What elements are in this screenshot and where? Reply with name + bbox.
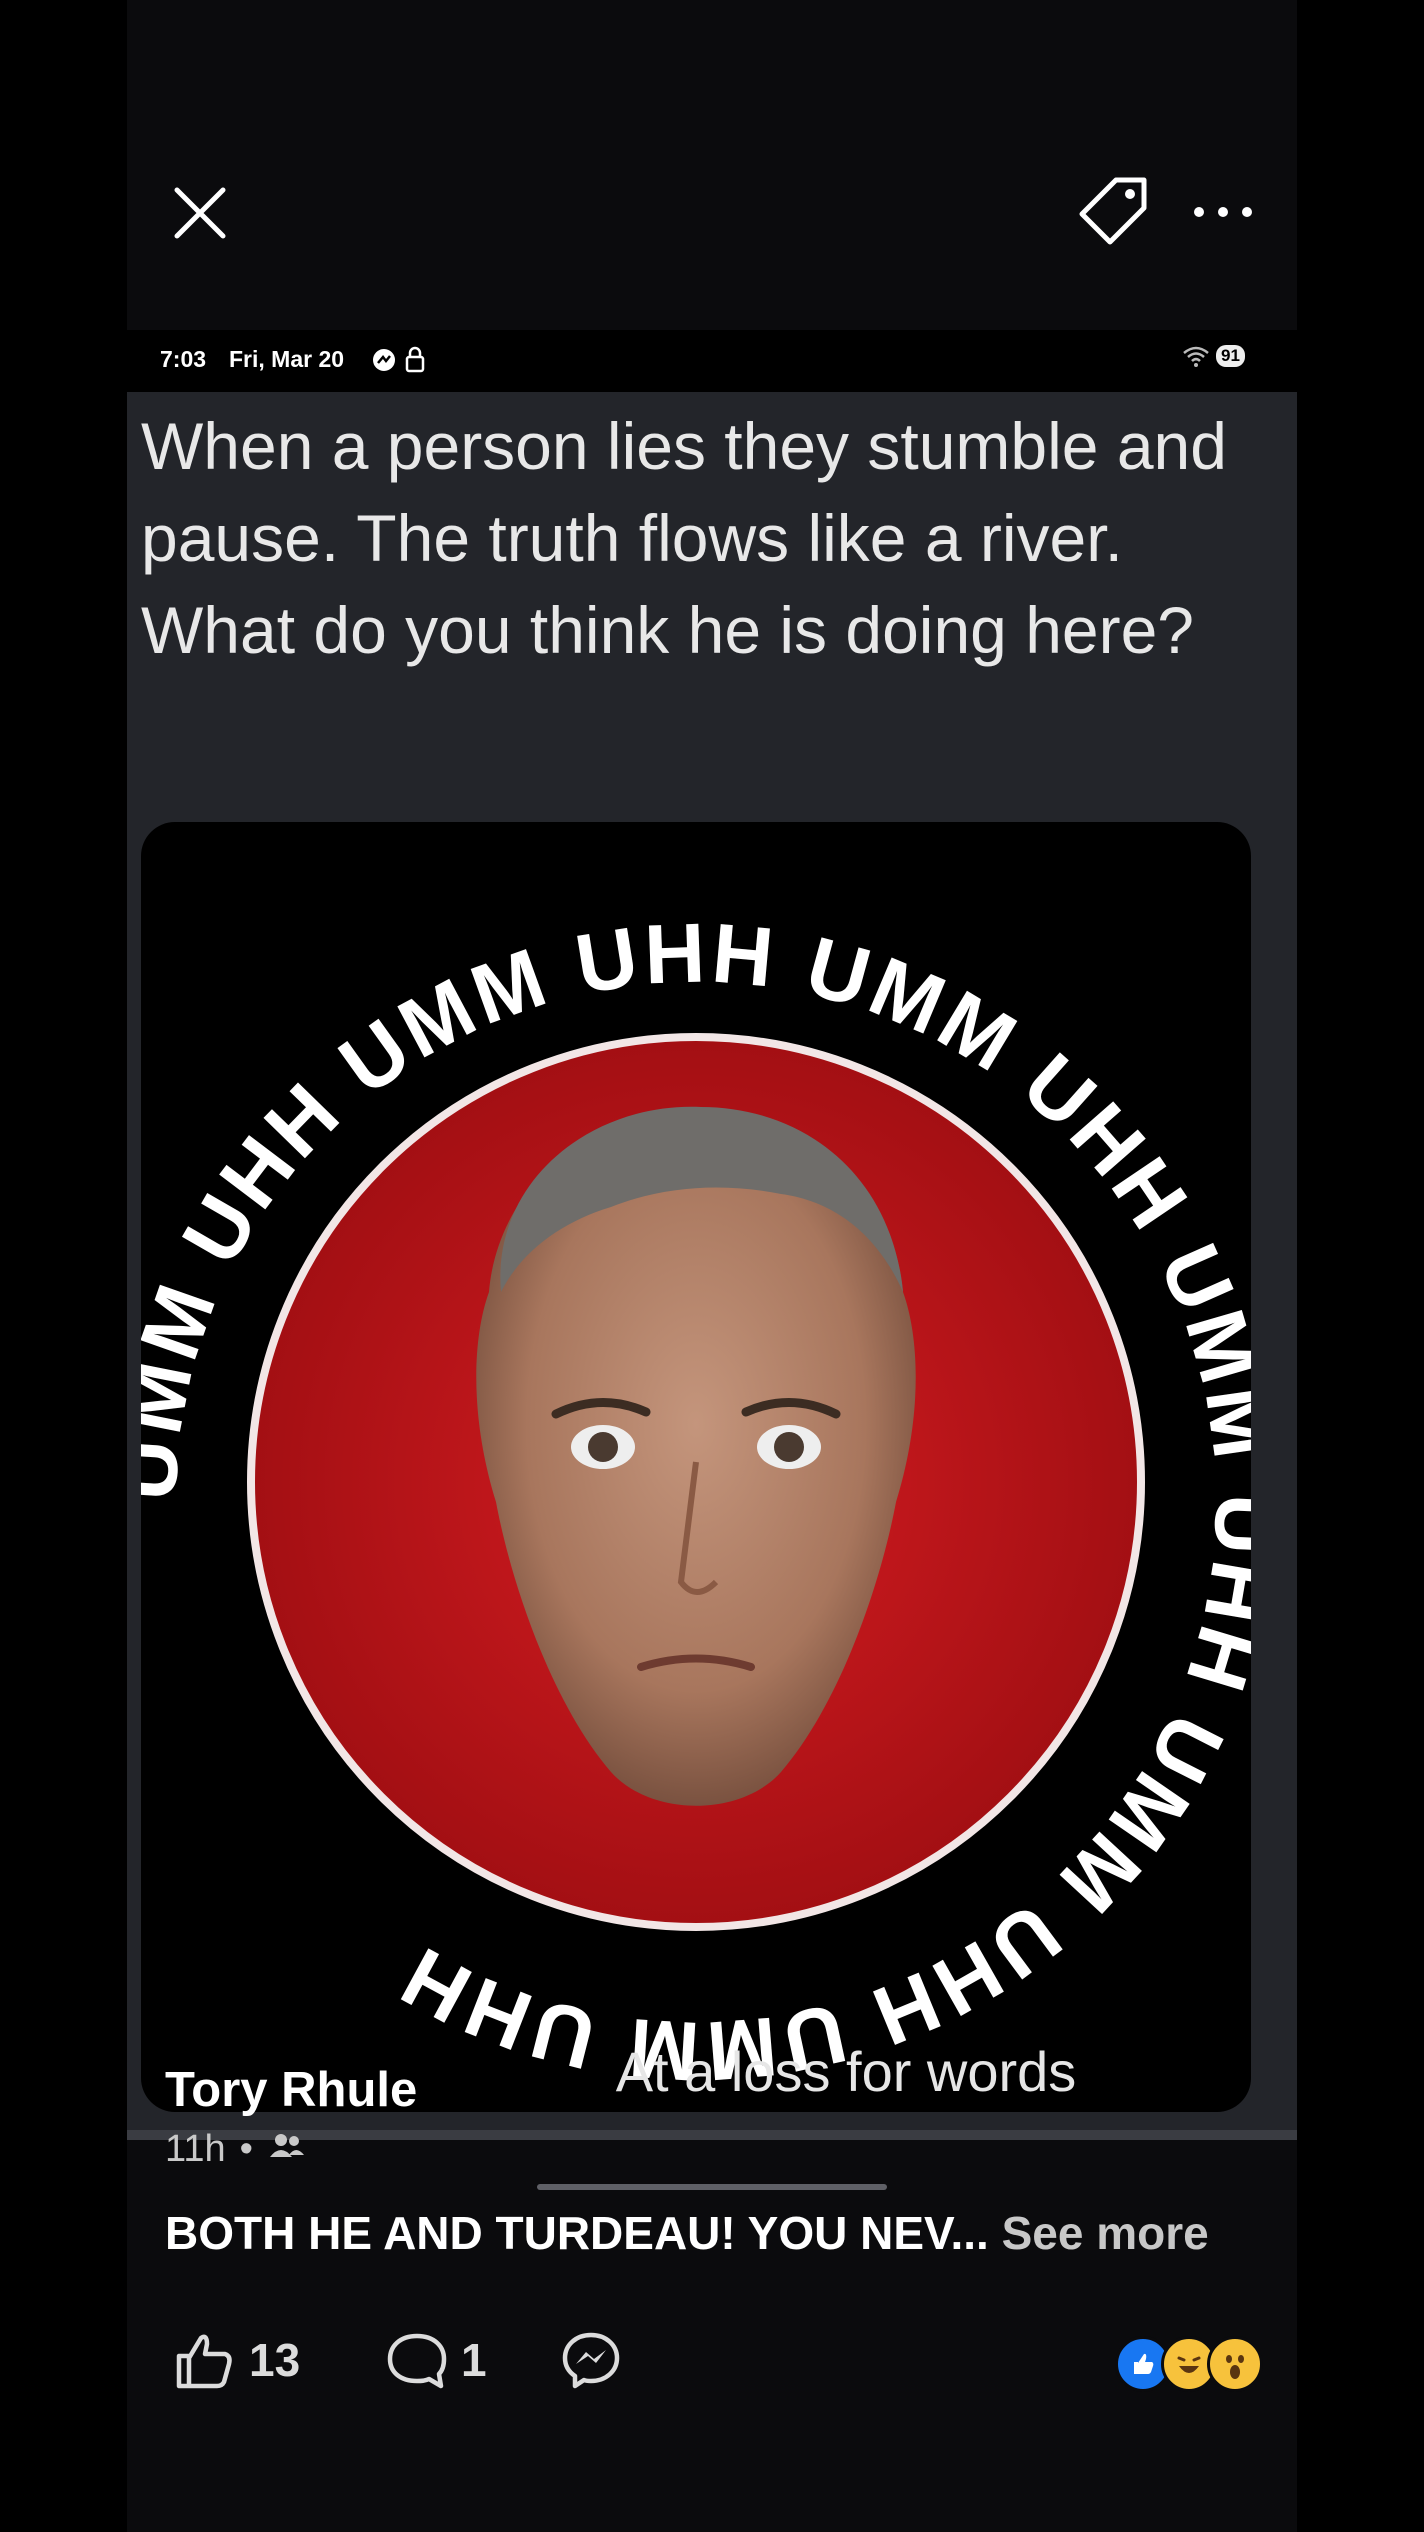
meme-graphic: UMM UHH UMM UHH UMM UHH UMM UHH UMM UHH … <box>141 905 1251 2099</box>
status-system-icons: 91 <box>1182 344 1245 368</box>
action-bar: 13 1 <box>127 2320 1297 2410</box>
post-caption-text: BOTH HE AND TURDEAU! YOU NEV... <box>165 2207 989 2259</box>
messenger-share-button[interactable] <box>559 2330 623 2390</box>
tag-icon[interactable] <box>1074 172 1154 252</box>
battery-indicator: 91 <box>1216 345 1245 367</box>
comment-count: 1 <box>461 2334 487 2386</box>
shared-screenshot[interactable]: 7:03 Fri, Mar 20 91 When a person lies t… <box>127 330 1297 2140</box>
comment-icon <box>387 2333 447 2389</box>
messenger-icon <box>562 2332 620 2389</box>
close-icon[interactable] <box>165 178 235 248</box>
comment-button[interactable]: 1 <box>385 2330 487 2390</box>
friends-icon <box>267 2128 307 2171</box>
meme-image: UMM UHH UMM UHH UMM UHH UMM UHH UMM UHH … <box>141 822 1251 2112</box>
see-more-link[interactable]: See more <box>1002 2207 1209 2259</box>
wow-reaction-icon <box>1207 2336 1263 2392</box>
status-time: 7:03 <box>160 346 207 372</box>
viewer-top-bar <box>127 0 1297 330</box>
status-notification-icons <box>372 346 432 379</box>
photo-viewer: 7:03 Fri, Mar 20 91 When a person lies t… <box>127 0 1297 2532</box>
wifi-icon <box>1183 346 1209 367</box>
status-date: Fri, Mar 20 <box>229 346 345 372</box>
status-bar: 7:03 Fri, Mar 20 91 <box>127 330 1297 392</box>
home-indicator <box>537 2184 887 2190</box>
like-count: 13 <box>249 2334 301 2386</box>
post-time[interactable]: 11h <box>165 2128 226 2171</box>
screenshot-post-text: When a person lies they stumble and paus… <box>141 409 1227 667</box>
post-caption: BOTH HE AND TURDEAU! YOU NEV... See more <box>165 2206 1275 2260</box>
reaction-summary[interactable] <box>1115 2336 1265 2396</box>
like-button[interactable]: 13 <box>173 2330 300 2390</box>
post-meta: 11h • <box>165 2128 307 2171</box>
more-options-icon[interactable] <box>1187 190 1259 234</box>
separator-dot: • <box>239 2128 253 2170</box>
thumbs-up-icon <box>176 2334 232 2389</box>
post-author[interactable]: Tory Rhule <box>165 2062 417 2118</box>
